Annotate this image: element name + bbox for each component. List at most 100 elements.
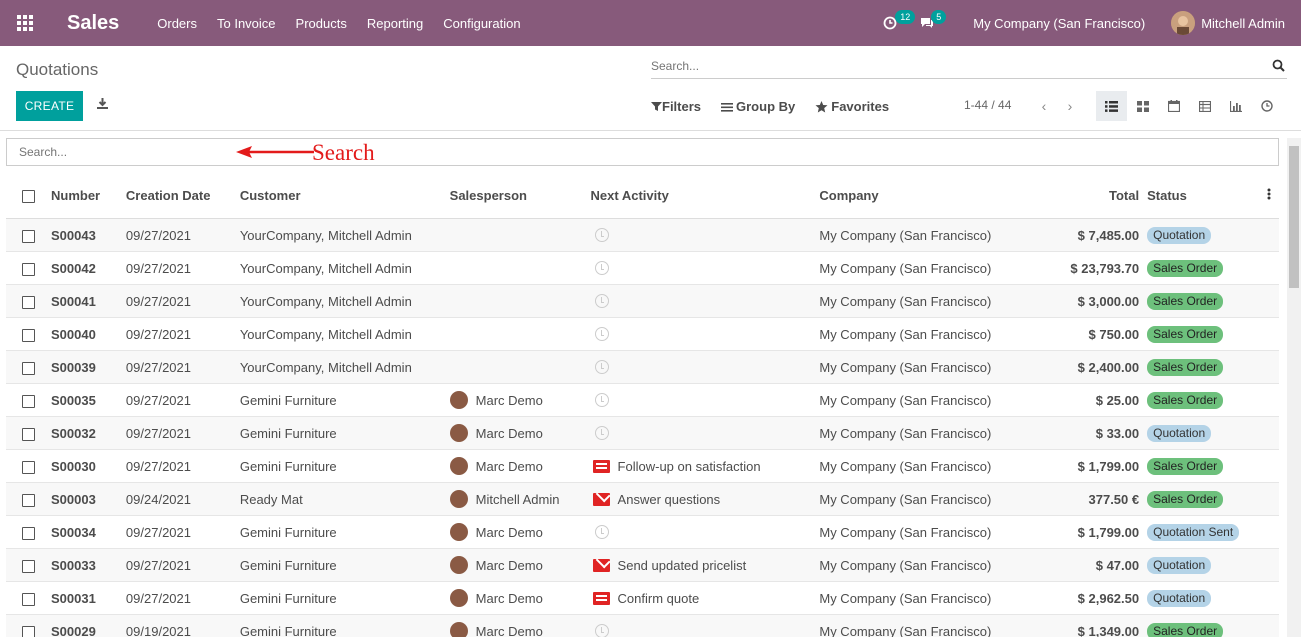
company-switcher[interactable]: My Company (San Francisco) xyxy=(973,16,1145,31)
row-checkbox[interactable] xyxy=(6,293,51,309)
calendar-view-icon[interactable] xyxy=(1158,91,1189,121)
clock-icon[interactable] xyxy=(594,393,609,407)
table-row[interactable]: S00031 09/27/2021 Gemini Furniture Marc Dem… xyxy=(6,582,1279,615)
scrollbar-thumb[interactable] xyxy=(1289,146,1299,288)
menu-configuration[interactable]: Configuration xyxy=(443,16,520,31)
order-number: S00040 xyxy=(50,326,96,342)
inline-search-box[interactable] xyxy=(6,138,1279,166)
order-total: $ 750.00 xyxy=(1088,326,1140,342)
pager-value[interactable]: 1-44 / 44 xyxy=(964,98,1011,112)
table-row[interactable]: S00041 09/27/2021 YourCompany, Mitchell Ad… xyxy=(6,285,1279,318)
favorites-button[interactable]: Favorites xyxy=(815,99,889,114)
pager-next-icon[interactable]: › xyxy=(1057,98,1083,114)
row-checkbox[interactable] xyxy=(6,425,51,441)
row-checkbox[interactable] xyxy=(6,392,51,408)
header-total[interactable]: Total xyxy=(1019,188,1139,203)
graph-view-icon[interactable] xyxy=(1220,91,1251,121)
next-activity-cell xyxy=(591,426,820,440)
filters-button[interactable]: Filters xyxy=(651,99,701,114)
table-row[interactable]: S00003 09/24/2021 Ready Mat Mitchell Admin A… xyxy=(6,483,1279,516)
row-checkbox[interactable] xyxy=(6,557,51,573)
search-icon[interactable] xyxy=(1272,59,1285,75)
creation-date: 09/27/2021 xyxy=(125,293,191,309)
menu-reporting[interactable]: Reporting xyxy=(367,16,423,31)
table-row[interactable]: S00032 09/27/2021 Gemini Furniture Marc Dem… xyxy=(6,417,1279,450)
clock-icon[interactable] xyxy=(594,294,609,308)
salesperson-cell: Marc Demo xyxy=(449,457,591,475)
clock-icon[interactable] xyxy=(594,624,609,637)
row-checkbox[interactable] xyxy=(6,359,51,375)
row-checkbox[interactable] xyxy=(6,260,51,276)
task-icon[interactable] xyxy=(592,459,610,473)
header-salesperson[interactable]: Salesperson xyxy=(450,188,591,203)
messages-button[interactable]: 5 xyxy=(919,10,947,30)
apps-menu-button[interactable] xyxy=(0,0,50,46)
optional-columns-icon[interactable] xyxy=(1259,188,1279,203)
clock-icon[interactable] xyxy=(594,228,609,242)
customer-name: Gemini Furniture xyxy=(239,458,337,474)
search-input[interactable] xyxy=(651,59,1251,73)
table-row[interactable]: S00043 09/27/2021 YourCompany, Mitchell Ad… xyxy=(6,219,1279,252)
customer-name: YourCompany, Mitchell Admin xyxy=(239,326,412,342)
activity-view-icon[interactable] xyxy=(1251,91,1282,121)
user-name[interactable]: Mitchell Admin xyxy=(1201,16,1285,31)
table-row[interactable]: S00029 09/19/2021 Gemini Furniture Marc Dem… xyxy=(6,615,1279,637)
table-row[interactable]: S00035 09/27/2021 Gemini Furniture Marc Dem… xyxy=(6,384,1279,417)
clock-icon[interactable] xyxy=(594,426,609,440)
task-icon[interactable] xyxy=(592,591,610,605)
header-next-activity[interactable]: Next Activity xyxy=(591,188,820,203)
group-by-button[interactable]: Group By xyxy=(721,99,795,114)
list-view-icon[interactable] xyxy=(1096,91,1127,121)
row-checkbox[interactable] xyxy=(6,623,51,637)
activity-summary[interactable]: Send updated pricelist xyxy=(618,558,747,573)
download-icon[interactable] xyxy=(96,97,109,113)
pager-previous-icon[interactable]: ‹ xyxy=(1031,98,1057,114)
menu-products[interactable]: Products xyxy=(296,16,347,31)
scrollbar[interactable] xyxy=(1287,138,1301,637)
clock-icon[interactable] xyxy=(594,360,609,374)
activity-summary[interactable]: Confirm quote xyxy=(618,591,700,606)
row-checkbox[interactable] xyxy=(6,590,51,606)
header-status[interactable]: Status xyxy=(1139,188,1259,203)
user-avatar[interactable] xyxy=(1171,11,1196,35)
header-company[interactable]: Company xyxy=(819,188,1019,203)
menu-to-invoice[interactable]: To Invoice xyxy=(217,16,276,31)
activities-button[interactable]: 12 xyxy=(883,10,916,30)
row-checkbox[interactable] xyxy=(6,524,51,540)
menu-orders[interactable]: Orders xyxy=(157,16,197,31)
search-bar[interactable] xyxy=(651,57,1287,79)
salesperson-cell: Mitchell Admin xyxy=(449,490,591,508)
select-all-checkbox[interactable] xyxy=(6,188,51,204)
activity-summary[interactable]: Follow-up on satisfaction xyxy=(618,459,761,474)
table-row[interactable]: S00034 09/27/2021 Gemini Furniture Marc Dem… xyxy=(6,516,1279,549)
salesperson-avatar xyxy=(449,457,468,475)
kanban-view-icon[interactable] xyxy=(1127,91,1158,121)
mail-icon[interactable] xyxy=(592,558,610,572)
salesperson-avatar xyxy=(449,622,468,637)
table-row[interactable]: S00039 09/27/2021 YourCompany, Mitchell Ad… xyxy=(6,351,1279,384)
status-badge: Sales Order xyxy=(1147,391,1224,409)
inline-search-input[interactable] xyxy=(7,139,1278,165)
header-creation-date[interactable]: Creation Date xyxy=(126,188,240,203)
clock-icon[interactable] xyxy=(594,261,609,275)
row-checkbox[interactable] xyxy=(6,326,51,342)
mail-icon[interactable] xyxy=(592,492,610,506)
clock-icon[interactable] xyxy=(594,327,609,341)
pivot-view-icon[interactable] xyxy=(1189,91,1220,121)
clock-icon[interactable] xyxy=(594,525,609,539)
table-row[interactable]: S00030 09/27/2021 Gemini Furniture Marc Dem… xyxy=(6,450,1279,483)
table-row[interactable]: S00042 09/27/2021 YourCompany, Mitchell Ad… xyxy=(6,252,1279,285)
next-activity-cell: Confirm quote xyxy=(591,591,820,606)
create-button[interactable]: CREATE xyxy=(16,91,83,121)
row-checkbox[interactable] xyxy=(6,227,51,243)
header-customer[interactable]: Customer xyxy=(240,188,450,203)
table-row[interactable]: S00040 09/27/2021 YourCompany, Mitchell Ad… xyxy=(6,318,1279,351)
row-checkbox[interactable] xyxy=(6,458,51,474)
creation-date: 09/24/2021 xyxy=(125,491,191,507)
header-number[interactable]: Number xyxy=(51,188,126,203)
row-checkbox[interactable] xyxy=(6,491,51,507)
company-name: My Company (San Francisco) xyxy=(819,524,992,540)
table-row[interactable]: S00033 09/27/2021 Gemini Furniture Marc Dem… xyxy=(6,549,1279,582)
app-name[interactable]: Sales xyxy=(67,12,119,35)
activity-summary[interactable]: Answer questions xyxy=(618,492,721,507)
